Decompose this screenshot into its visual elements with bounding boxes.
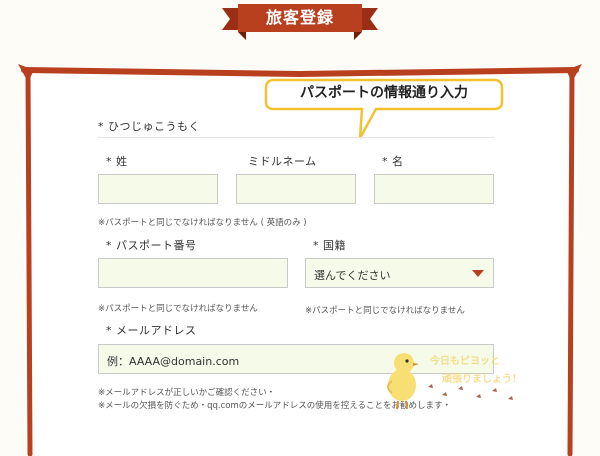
passport-label: * パスポート番号 xyxy=(106,239,197,252)
passport-input[interactable] xyxy=(98,258,288,288)
surname-input[interactable] xyxy=(98,174,218,204)
decoration-line-1: 今日もピヨッと xyxy=(430,356,500,367)
given-name-label: * 名 xyxy=(382,155,404,168)
email-label: * メールアドレス xyxy=(106,324,197,337)
callout-text: パスポートの情報通り入力 xyxy=(300,85,468,101)
email-note-1: ※メールアドレスが正しいかご確認ください・ xyxy=(98,388,276,398)
email-placeholder: 例：AAAA@domain.com xyxy=(107,355,240,368)
nationality-note: ※パスポートと同じでなければなりません xyxy=(305,306,465,316)
nationality-label: * 国籍 xyxy=(313,239,346,252)
middle-name-label: ミドルネーム xyxy=(248,155,317,168)
passport-note: ※パスポートと同じでなければなりません xyxy=(98,304,258,314)
page-title: 旅客登録 xyxy=(265,8,334,27)
middle-name-input[interactable] xyxy=(236,174,356,204)
name-note: ※パスポートと同じでなければなりません ( 英語のみ ) xyxy=(98,218,307,228)
decoration-line-2: 頑張りましょう！ xyxy=(442,374,522,385)
divider xyxy=(98,137,494,138)
kana-label: * ひつじゅこうもく xyxy=(98,120,200,133)
nationality-select[interactable]: 選んでください xyxy=(305,258,494,288)
nationality-selected: 選んでください xyxy=(314,269,391,282)
chevron-down-icon xyxy=(472,270,484,277)
given-name-input[interactable] xyxy=(374,174,494,204)
surname-label: * 姓 xyxy=(106,155,128,168)
